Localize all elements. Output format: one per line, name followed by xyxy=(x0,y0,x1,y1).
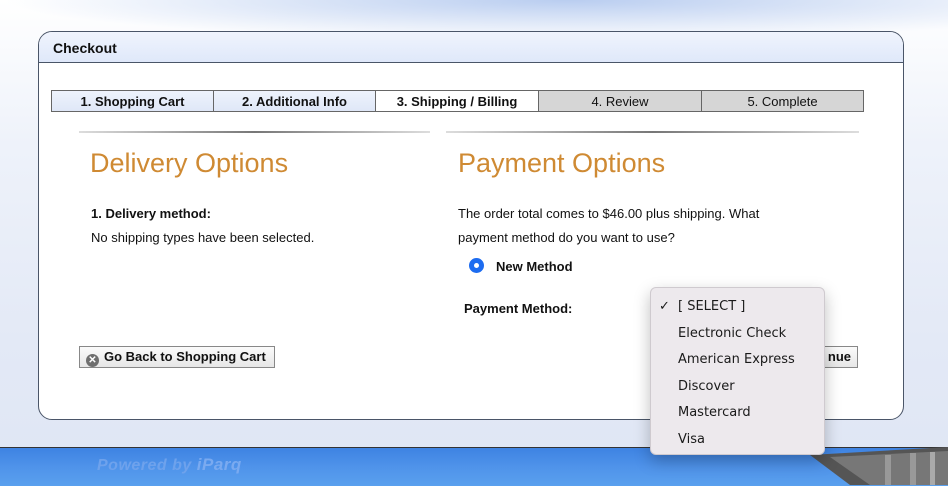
step-review: 4. Review xyxy=(538,90,702,112)
panel-title: Checkout xyxy=(39,32,903,63)
back-to-cart-label: Go Back to Shopping Cart xyxy=(104,349,266,364)
dropdown-option-select[interactable]: ✓ [ SELECT ] xyxy=(651,294,824,321)
payment-title: Payment Options xyxy=(458,148,666,178)
new-method-radio[interactable] xyxy=(469,258,484,273)
step-shipping-billing[interactable]: 3. Shipping / Billing xyxy=(375,90,539,112)
brand-name: iParq xyxy=(196,455,242,474)
dropdown-option-electronic-check[interactable]: Electronic Check xyxy=(651,321,824,348)
dropdown-option-visa[interactable]: Visa xyxy=(651,427,824,454)
dropdown-option-american-express[interactable]: American Express xyxy=(651,347,824,374)
payment-method-label: Payment Method: xyxy=(464,301,573,316)
dropdown-option-discover[interactable]: Discover xyxy=(651,374,824,401)
payment-method-dropdown[interactable]: ✓ [ SELECT ] Electronic Check American E… xyxy=(650,287,825,455)
powered-by: Powered by iParq xyxy=(97,455,242,475)
step-shopping-cart[interactable]: 1. Shopping Cart xyxy=(51,90,214,112)
delivery-title: Delivery Options xyxy=(90,148,289,178)
step-complete: 5. Complete xyxy=(701,90,864,112)
continue-label: nue xyxy=(827,349,851,364)
delivery-method-label: 1. Delivery method: xyxy=(91,206,211,221)
payment-prompt-line1: The order total comes to $46.00 plus shi… xyxy=(458,206,760,221)
close-circle-icon: ✕ xyxy=(86,354,99,367)
delivery-divider xyxy=(79,131,430,133)
back-to-cart-button[interactable]: ✕ Go Back to Shopping Cart xyxy=(79,346,275,368)
checkmark-icon: ✓ xyxy=(659,299,670,314)
delivery-method-text: No shipping types have been selected. xyxy=(91,230,315,245)
powered-prefix: Powered by xyxy=(97,457,192,474)
dropdown-option-label: [ SELECT ] xyxy=(678,299,746,314)
payment-divider xyxy=(446,131,859,133)
new-method-label[interactable]: New Method xyxy=(496,259,573,274)
payment-prompt-line2: payment method do you want to use? xyxy=(458,230,675,245)
dropdown-option-mastercard[interactable]: Mastercard xyxy=(651,400,824,427)
checkout-steps: 1. Shopping Cart 2. Additional Info 3. S… xyxy=(51,90,864,112)
step-additional-info[interactable]: 2. Additional Info xyxy=(213,90,376,112)
